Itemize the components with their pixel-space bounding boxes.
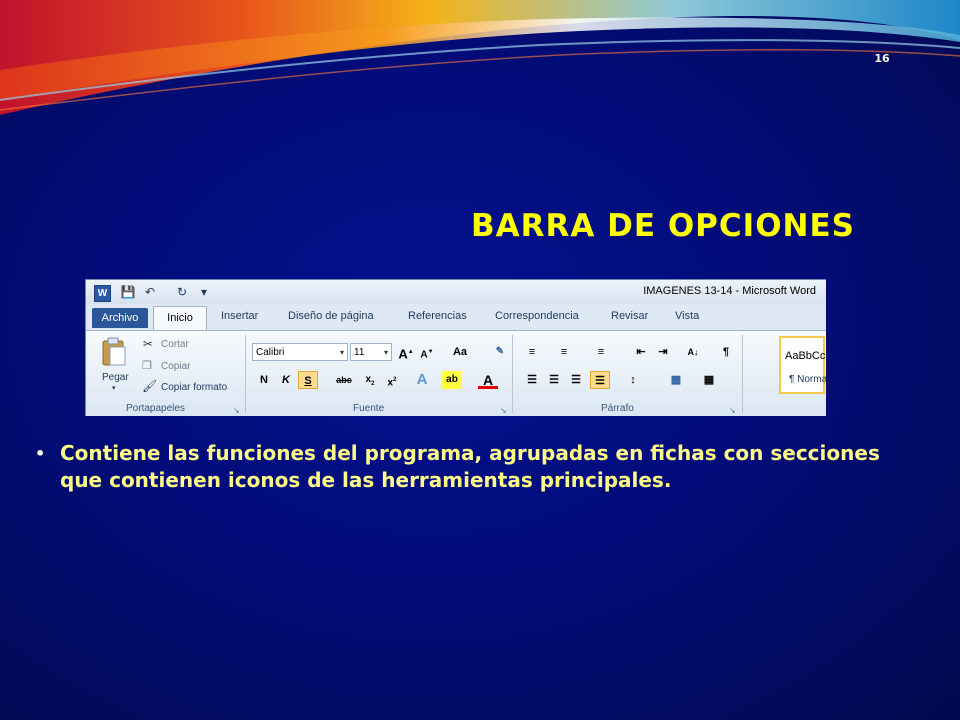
scissors-icon: ✂	[143, 337, 154, 351]
undo-icon[interactable]: ↶	[142, 284, 158, 300]
superscript-icon[interactable]: x2	[382, 371, 402, 389]
tab-correspondencia[interactable]: Correspondencia	[495, 310, 579, 322]
customize-quick-access-icon[interactable]: ▾	[196, 284, 212, 300]
borders-icon[interactable]: ▦	[699, 371, 719, 389]
tab-vista[interactable]: Vista	[675, 310, 699, 322]
group-label-portapapeles: Portapapeles	[126, 403, 185, 414]
word-logo-icon: W	[94, 285, 111, 302]
paste-button[interactable]: Pegar	[102, 372, 129, 383]
strikethrough-button[interactable]: abc	[332, 371, 356, 389]
line-spacing-icon[interactable]: ↕	[623, 371, 643, 389]
portapapeles-launcher-icon[interactable]: ↘	[233, 406, 240, 415]
tab-revisar[interactable]: Revisar	[611, 310, 648, 322]
align-left-icon[interactable]: ☰	[522, 371, 542, 389]
clear-format-icon[interactable]: ✎	[490, 343, 510, 361]
chevron-down-icon: ▾	[339, 348, 344, 357]
bullet-icon: •	[35, 444, 46, 463]
highlight-icon[interactable]: ab	[442, 371, 462, 389]
slide: 16 BARRA DE OPCIONES W 💾 ↶ ↻ ▾ IMAGENES …	[0, 0, 960, 720]
fuente-launcher-icon[interactable]: ↘	[500, 406, 507, 415]
bold-button[interactable]: N	[254, 371, 274, 389]
group-label-parrafo: Párrafo	[601, 403, 634, 414]
shading-icon[interactable]: ▩	[666, 371, 686, 389]
align-right-icon[interactable]: ☰	[566, 371, 586, 389]
subscript-icon[interactable]: x2	[360, 371, 380, 389]
decrease-indent-icon[interactable]: ⇤	[631, 343, 651, 361]
tab-referencias[interactable]: Referencias	[408, 310, 467, 322]
slide-title: BARRA DE OPCIONES	[470, 208, 855, 244]
show-marks-button[interactable]: ¶	[716, 343, 736, 361]
font-name-value: Calibri	[256, 347, 285, 358]
ribbon-body: Pegar ▾ ✂ Cortar ❐ Copiar 🖌 Copiar forma…	[86, 330, 826, 416]
page-number: 16	[874, 52, 890, 65]
font-name-combo[interactable]: Calibri ▾	[252, 343, 348, 361]
group-separator	[245, 335, 246, 413]
style-name: ¶ Normal	[789, 374, 826, 385]
font-size-value: 11	[354, 347, 365, 358]
format-painter-button[interactable]: Copiar formato	[161, 382, 227, 393]
group-separator	[512, 335, 513, 413]
grow-font-icon[interactable]: A▲	[396, 343, 416, 361]
tab-insertar[interactable]: Insertar	[221, 310, 258, 322]
paste-dropdown-icon[interactable]: ▾	[112, 384, 116, 392]
chevron-down-icon: ▾	[383, 348, 388, 357]
window-titlebar: W 💾 ↶ ↻ ▾ IMAGENES 13-14 - Microsoft Wor…	[86, 280, 826, 304]
align-center-icon[interactable]: ☰	[544, 371, 564, 389]
tab-inicio[interactable]: Inicio	[153, 306, 207, 330]
redo-icon[interactable]: ↻	[174, 284, 190, 300]
multilevel-list-icon[interactable]: ≡	[591, 343, 611, 361]
save-icon[interactable]: 💾	[120, 284, 136, 300]
style-preview: AaBbCcDc	[785, 350, 826, 362]
tab-archivo[interactable]: Archivo	[92, 308, 148, 328]
copy-icon: ❐	[142, 360, 152, 372]
copy-button[interactable]: Copiar	[161, 361, 190, 372]
tab-diseno-de-pagina[interactable]: Diseño de página	[288, 310, 374, 322]
window-title: IMAGENES 13-14 - Microsoft Word	[643, 285, 816, 297]
parrafo-launcher-icon[interactable]: ↘	[729, 406, 736, 415]
font-color-icon[interactable]: A	[478, 371, 498, 389]
change-case-button[interactable]: Aa	[448, 343, 472, 361]
italic-button[interactable]: K	[276, 371, 296, 389]
font-size-combo[interactable]: 11 ▾	[350, 343, 392, 361]
text-effects-icon[interactable]: A	[412, 371, 432, 389]
group-label-fuente: Fuente	[353, 403, 385, 414]
numbering-icon[interactable]: ≡	[554, 343, 574, 361]
ribbon-tabs: Archivo Inicio Insertar Diseño de página…	[86, 304, 826, 330]
bullets-icon[interactable]: ≡	[522, 343, 542, 361]
increase-indent-icon[interactable]: ⇥	[653, 343, 673, 361]
decorative-swoosh	[0, 0, 960, 115]
justify-icon[interactable]: ☰	[590, 371, 610, 389]
cut-button[interactable]: Cortar	[161, 339, 189, 350]
bullet-text: Contiene las funciones del programa, agr…	[60, 441, 880, 492]
style-normal[interactable]: AaBbCcDc ¶ Normal	[779, 336, 826, 394]
underline-button[interactable]: S	[298, 371, 318, 389]
format-painter-icon: 🖌	[142, 379, 158, 393]
sort-icon[interactable]: A↓	[683, 343, 703, 361]
clipboard-icon[interactable]	[100, 337, 128, 367]
shrink-font-icon[interactable]: A▼	[417, 343, 437, 361]
ribbon-screenshot: W 💾 ↶ ↻ ▾ IMAGENES 13-14 - Microsoft Wor…	[85, 279, 826, 416]
group-separator	[742, 335, 743, 413]
